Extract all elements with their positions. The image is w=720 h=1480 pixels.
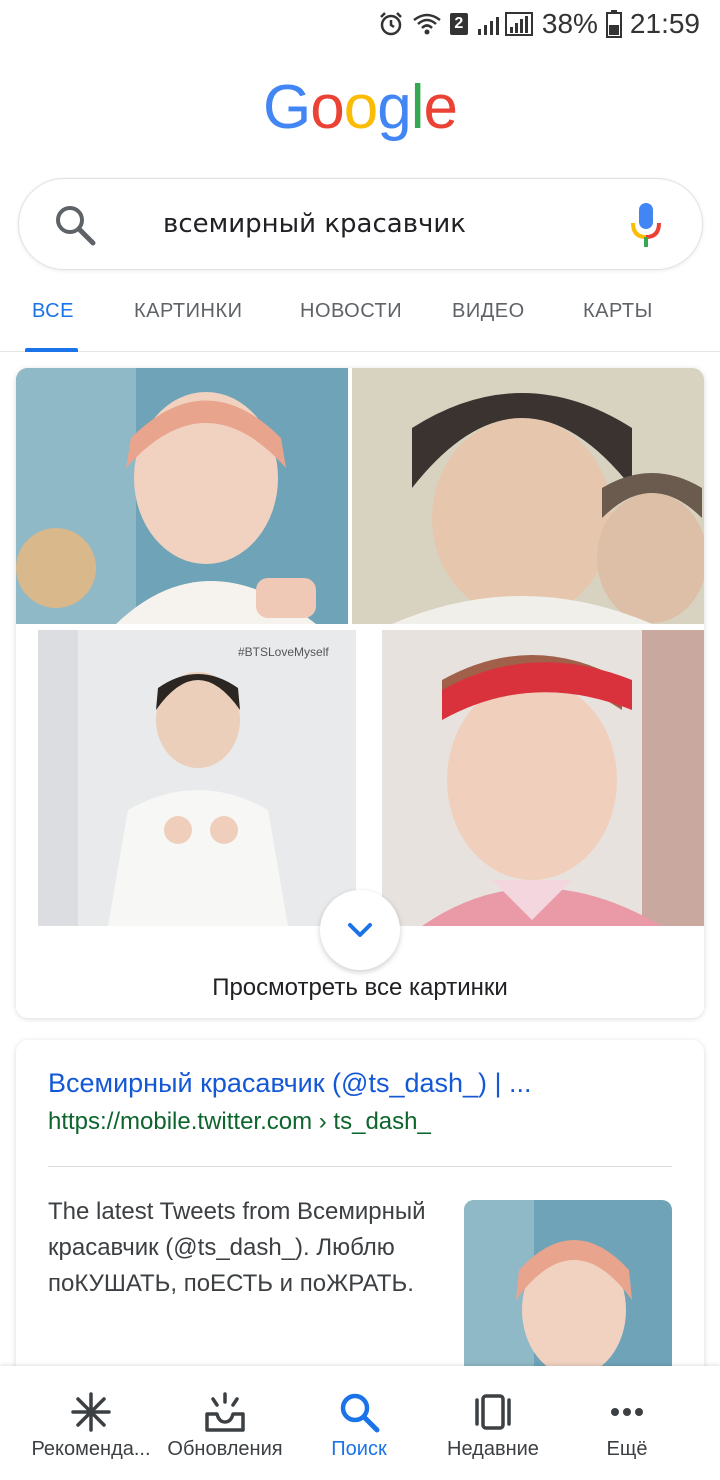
- signal-icon: [476, 11, 534, 37]
- search-icon: [340, 1393, 380, 1433]
- search-box[interactable]: всемирный красавчик: [18, 178, 703, 270]
- nav-recommendations[interactable]: Рекоменда...: [19, 1366, 163, 1480]
- battery-percent: 38%: [541, 8, 598, 39]
- asterisk-icon: [71, 1392, 111, 1432]
- wifi-icon: [412, 12, 442, 36]
- image-result-1[interactable]: [16, 368, 348, 624]
- nav-label: Недавние: [447, 1438, 539, 1460]
- tab-maps[interactable]: КАРТЫ: [583, 300, 653, 323]
- images-card: #BTSLoveMyself Просмотреть все картинки: [16, 368, 704, 1018]
- nav-label: Рекоменда...: [31, 1438, 151, 1460]
- status-icons: 2 38% 21:59: [378, 8, 700, 40]
- clock-time: 21:59: [629, 8, 700, 39]
- bottom-navigation: Рекоменда... Обновления Поиск Недавние Е…: [0, 1366, 720, 1480]
- nav-updates[interactable]: Обновления: [153, 1366, 297, 1480]
- chevron-down-icon: [348, 923, 372, 937]
- alarm-icon: [378, 11, 404, 37]
- result-snippet: The latest Tweets from Всемирный красавч…: [48, 1198, 426, 1297]
- tab-all[interactable]: ВСЕ: [32, 300, 74, 323]
- search-result-card: Всемирный красавчик (@ts_dash_) | ... ht…: [16, 1040, 704, 1420]
- logo-letter: o: [310, 73, 344, 142]
- search-tabs: ВСЕ КАРТИНКИ НОВОСТИ ВИДЕО КАРТЫ: [0, 290, 720, 352]
- inbox-icon: [205, 1392, 245, 1432]
- expand-images-button[interactable]: [320, 890, 400, 970]
- google-logo: Google: [0, 72, 720, 143]
- image-result-2[interactable]: [352, 368, 704, 624]
- search-icon[interactable]: [51, 201, 99, 249]
- mic-icon[interactable]: [630, 201, 662, 251]
- result-title-link[interactable]: Всемирный красавчик (@ts_dash_) | ...: [48, 1068, 532, 1099]
- nav-recent[interactable]: Недавние: [421, 1366, 565, 1480]
- logo-letter: g: [377, 73, 411, 142]
- tab-images[interactable]: КАРТИНКИ: [134, 300, 243, 323]
- tab-video[interactable]: ВИДЕО: [452, 300, 525, 323]
- view-all-images-link[interactable]: Просмотреть все картинки: [16, 974, 704, 1002]
- active-tab-indicator: [25, 348, 78, 352]
- tab-news[interactable]: НОВОСТИ: [300, 300, 402, 323]
- search-input[interactable]: всемирный красавчик: [163, 209, 466, 239]
- battery-icon: [605, 10, 622, 38]
- logo-letter: e: [423, 73, 457, 142]
- google-search-page: 2 38% 21:59 Google всемирный красавчик В…: [0, 0, 720, 1480]
- logo-letter: l: [410, 73, 425, 142]
- nav-more[interactable]: Ещё: [555, 1366, 699, 1480]
- nav-label: Ещё: [606, 1438, 648, 1460]
- image-watermark: #BTSLoveMyself: [238, 645, 329, 659]
- recent-icon: [475, 1394, 511, 1430]
- logo-letter: G: [263, 73, 311, 142]
- image-result-3[interactable]: #BTSLoveMyself: [38, 630, 356, 926]
- nav-label: Поиск: [331, 1438, 387, 1460]
- logo-letter: o: [343, 73, 378, 142]
- nav-label: Обновления: [167, 1438, 283, 1460]
- status-bar: 2 38% 21:59: [0, 0, 720, 50]
- result-url[interactable]: https://mobile.twitter.com › ts_dash_: [48, 1108, 431, 1136]
- more-icon: [611, 1408, 643, 1416]
- result-divider: [48, 1166, 672, 1167]
- nav-search[interactable]: Поиск: [287, 1366, 431, 1480]
- image-result-4[interactable]: [382, 630, 704, 926]
- sim-badge: 2: [449, 13, 468, 35]
